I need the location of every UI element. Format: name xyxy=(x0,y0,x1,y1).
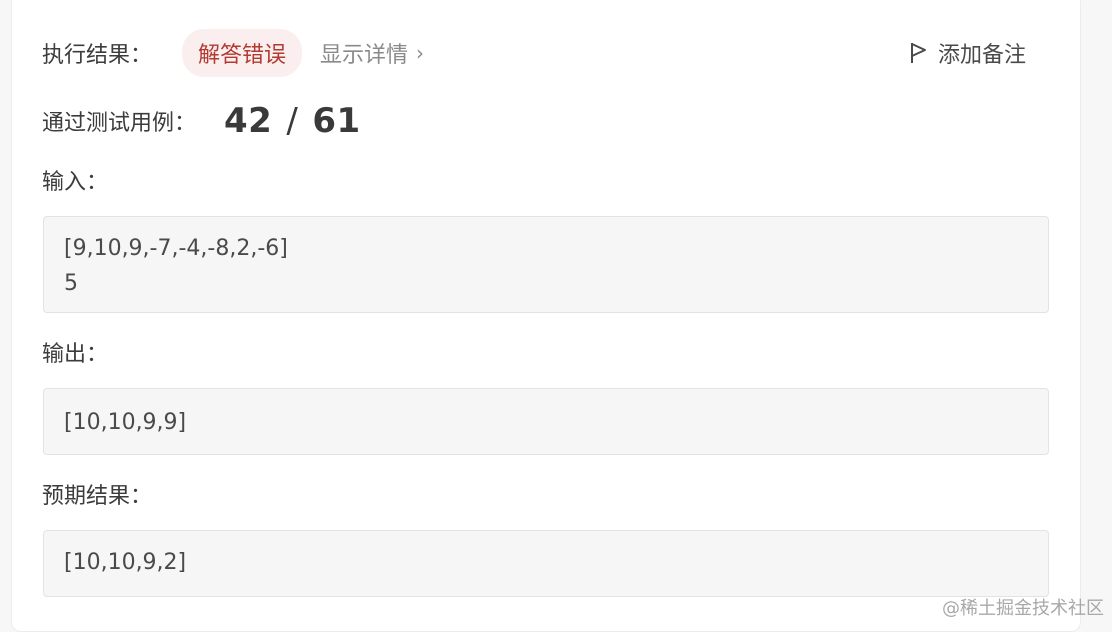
chevron-right-icon: › xyxy=(416,41,425,65)
testcases-label: 通过测试用例： xyxy=(42,111,197,136)
watermark: @稀土掘金技术社区 xyxy=(942,598,1104,619)
input-line: 5 xyxy=(64,271,78,296)
total-count: 61 xyxy=(312,101,361,141)
passed-count: 42 xyxy=(224,101,273,141)
output-label: 输出： xyxy=(42,342,109,367)
expected-label: 预期结果： xyxy=(42,484,153,509)
count-separator: / xyxy=(286,101,299,141)
status-badge: 解答错误 xyxy=(182,29,303,77)
add-note-button[interactable]: 添加备注 xyxy=(910,30,1026,76)
input-label: 输入： xyxy=(42,170,109,195)
input-box: [9,10,9,-7,-4,-8,2,-6] 5 xyxy=(43,216,1049,313)
show-details-label: 显示详情 xyxy=(320,43,409,68)
expected-value: [10,10,9,2] xyxy=(64,550,187,575)
add-note-label: 添加备注 xyxy=(937,43,1026,68)
expected-box: [10,10,9,2] xyxy=(43,530,1049,597)
output-box: [10,10,9,9] xyxy=(43,388,1049,455)
result-row: 执行结果： 解答错误 显示详情 › xyxy=(42,29,424,77)
testcases-count: 42 / 61 xyxy=(224,101,361,141)
output-value: [10,10,9,9] xyxy=(64,410,187,435)
flag-icon xyxy=(910,43,926,63)
testcases-row: 通过测试用例： 42 / 61 xyxy=(42,98,361,144)
result-label: 执行结果： xyxy=(42,43,153,68)
show-details-link[interactable]: 显示详情 › xyxy=(320,37,424,69)
input-line: [9,10,9,-7,-4,-8,2,-6] xyxy=(64,236,288,261)
